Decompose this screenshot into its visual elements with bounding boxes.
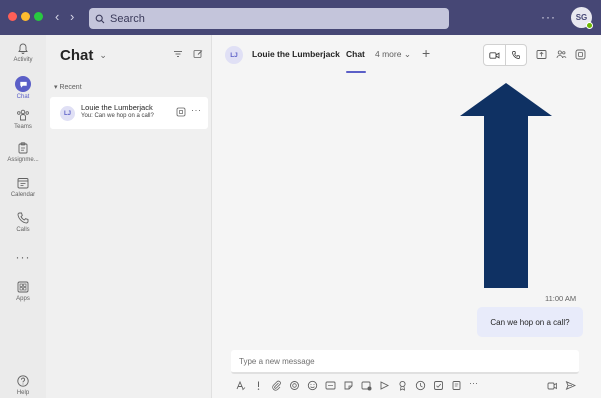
more-tabs-label: 4 more xyxy=(375,49,402,59)
new-chat-icon[interactable] xyxy=(193,49,203,59)
conversation-name: Louie the Lumberjack xyxy=(81,103,153,112)
composer-toolbar: ··· xyxy=(231,378,579,394)
rail-item-calls[interactable]: Calls xyxy=(0,211,46,233)
close-window-button[interactable] xyxy=(8,12,17,21)
rail-label-teams: Teams xyxy=(14,124,32,130)
phone-icon xyxy=(17,212,29,224)
dictate-icon[interactable] xyxy=(547,380,558,391)
rail-label-calls: Calls xyxy=(16,227,30,233)
rail-item-teams[interactable]: Teams xyxy=(0,108,46,130)
audio-call-button[interactable] xyxy=(504,45,527,65)
rail-label-calendar: Calendar xyxy=(10,192,36,198)
back-button[interactable]: ‹ xyxy=(55,10,59,23)
rail-item-chat[interactable]: Chat xyxy=(0,76,46,100)
stream-icon[interactable] xyxy=(379,380,390,391)
video-camera-icon xyxy=(489,51,500,59)
message-timestamp: 11:00 AM xyxy=(545,294,577,303)
rail-label-activity: Activity xyxy=(13,57,33,63)
chat-list-pane: Chat ⌄ ▾ Recent LJ Louie the Lumberjack … xyxy=(46,35,212,398)
rail-label-assignments: Assignme... xyxy=(7,157,39,163)
pop-out-icon[interactable] xyxy=(176,107,186,117)
attach-icon[interactable] xyxy=(271,380,282,391)
presence-available-icon xyxy=(586,22,593,29)
conversation-preview: You: Can we hop on a call? xyxy=(81,113,154,119)
chat-header: LJ Louie the Lumberjack Chat 4 more ⌄ + xyxy=(213,35,601,75)
forward-button[interactable]: › xyxy=(70,10,74,23)
filter-icon[interactable] xyxy=(173,49,183,59)
message-bubble[interactable]: Can we hop on a call? xyxy=(477,307,583,337)
conversation-more-button[interactable]: ··· xyxy=(191,105,202,115)
header-avatar[interactable]: LJ xyxy=(225,46,243,64)
recent-section-label[interactable]: ▾ Recent xyxy=(54,83,82,91)
message-input-placeholder: Type a new message xyxy=(239,356,315,366)
phone-icon xyxy=(511,51,520,59)
rail-item-apps[interactable]: Apps xyxy=(0,280,46,302)
chat-icon xyxy=(15,76,31,92)
rail-item-assignments[interactable]: Assignme... xyxy=(0,141,46,163)
app-rail: Activity Chat Teams Assignme... Calendar… xyxy=(0,35,46,398)
avatar: LJ xyxy=(60,106,75,121)
emoji-icon[interactable] xyxy=(307,380,318,391)
conversation-item[interactable]: LJ Louie the Lumberjack You: Can we hop … xyxy=(50,97,208,129)
help-icon xyxy=(17,375,29,387)
zoom-window-button[interactable] xyxy=(34,12,43,21)
people-icon[interactable] xyxy=(556,49,567,60)
tab-chat[interactable]: Chat xyxy=(346,49,365,59)
praise-icon[interactable] xyxy=(397,380,408,391)
chat-list-header[interactable]: Chat ⌄ xyxy=(60,47,107,64)
rail-label-apps: Apps xyxy=(16,296,30,302)
minimize-window-button[interactable] xyxy=(21,12,30,21)
call-button-group xyxy=(483,44,527,66)
assignments-icon xyxy=(18,142,28,154)
share-screen-icon[interactable] xyxy=(536,49,547,60)
bell-icon xyxy=(18,43,28,54)
sticker-icon[interactable] xyxy=(343,380,354,391)
schedule-icon[interactable] xyxy=(415,380,426,391)
search-input[interactable]: Search xyxy=(89,8,449,29)
pop-out-chat-icon[interactable] xyxy=(575,49,586,60)
recent-label-text: Recent xyxy=(59,84,82,91)
annotation-arrow-icon xyxy=(460,83,552,288)
format-icon[interactable] xyxy=(235,380,246,391)
rail-item-calendar[interactable]: Calendar xyxy=(0,176,46,198)
rail-item-help[interactable]: Help xyxy=(0,374,46,396)
settings-more-button[interactable]: ··· xyxy=(541,10,556,24)
more-options-button[interactable]: ··· xyxy=(469,378,478,388)
rail-item-activity[interactable]: Activity xyxy=(0,41,46,63)
gif-icon[interactable] xyxy=(325,380,336,391)
search-icon xyxy=(95,14,105,23)
video-call-button[interactable] xyxy=(484,45,505,65)
chat-contact-name[interactable]: Louie the Lumberjack xyxy=(252,49,340,59)
apps-icon xyxy=(17,281,29,293)
loop-icon[interactable] xyxy=(289,380,300,391)
active-tab-indicator xyxy=(346,71,366,73)
calendar-icon xyxy=(17,178,29,189)
send-icon[interactable] xyxy=(565,380,576,391)
rail-item-more[interactable]: ··· xyxy=(0,250,46,264)
more-icon: ··· xyxy=(15,250,31,264)
rail-label-help: Help xyxy=(16,390,30,396)
chevron-down-icon: ⌄ xyxy=(99,50,107,60)
search-placeholder: Search xyxy=(110,12,145,25)
message-text: Can we hop on a call? xyxy=(490,317,570,327)
forms-icon[interactable] xyxy=(451,380,462,391)
approvals-icon[interactable] xyxy=(433,380,444,391)
chat-list-title: Chat xyxy=(60,47,94,64)
title-bar: ‹ › Search ··· SG xyxy=(0,0,601,35)
message-input[interactable]: Type a new message xyxy=(231,350,579,374)
priority-icon[interactable] xyxy=(253,380,264,391)
rail-label-chat: Chat xyxy=(16,94,30,100)
add-tab-button[interactable]: + xyxy=(422,45,430,61)
teams-icon xyxy=(17,109,29,121)
meet-now-icon[interactable] xyxy=(361,380,372,391)
tab-more-tabs[interactable]: 4 more ⌄ xyxy=(375,49,411,60)
